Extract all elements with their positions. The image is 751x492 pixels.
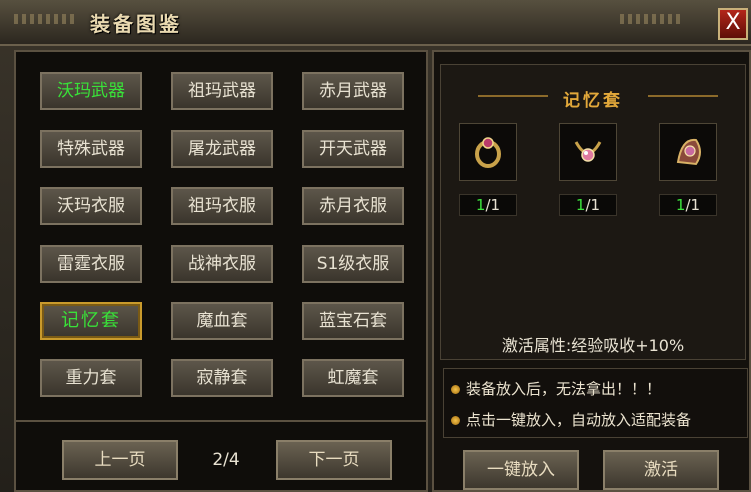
category-button-memory-set[interactable]: 记忆套	[40, 302, 142, 340]
set-item-required-3: /1	[685, 196, 701, 214]
activate-button[interactable]: 激活	[603, 450, 719, 490]
set-item-required-1: /1	[485, 196, 501, 214]
category-button-tulong-weapon[interactable]: 屠龙武器	[171, 130, 273, 168]
set-name-ornament-right	[648, 95, 718, 97]
category-button-chiyue-armor[interactable]: 赤月衣服	[302, 187, 404, 225]
category-button-woma-armor[interactable]: 沃玛衣服	[40, 187, 142, 225]
auto-place-button[interactable]: 一键放入	[463, 450, 579, 490]
next-page-button[interactable]: 下一页	[276, 440, 392, 480]
set-item-slot-3[interactable]	[659, 123, 717, 181]
tip-bullet-icon	[451, 416, 460, 425]
set-attribute: 激活属性:经验吸收+10%	[501, 336, 685, 355]
window-title: 装备图鉴	[90, 12, 182, 36]
category-button-chiyue-weapon[interactable]: 赤月武器	[302, 72, 404, 110]
page-indicator: 2/4	[212, 450, 240, 470]
tip-text-1: 装备放入后，无法拿出！！！	[466, 380, 662, 398]
ring-icon	[475, 137, 501, 168]
tip-bullet-icon	[451, 385, 460, 394]
category-button-blood-set[interactable]: 魔血套	[171, 302, 273, 340]
category-panel-divider	[14, 420, 428, 422]
category-button-zhanshen-armor[interactable]: 战神衣服	[171, 245, 273, 283]
set-item-count-2: 1/1	[559, 194, 617, 216]
category-button-kaitian-weapon[interactable]: 开天武器	[302, 130, 404, 168]
category-button-zuma-weapon[interactable]: 祖玛武器	[171, 72, 273, 110]
close-button[interactable]: X	[718, 8, 748, 40]
prev-page-button[interactable]: 上一页	[62, 440, 178, 480]
bracelet-icon	[676, 138, 701, 166]
set-item-count-3: 1/1	[659, 194, 717, 216]
set-item-slot-1[interactable]	[459, 123, 517, 181]
title-ornament-left	[14, 14, 74, 24]
title-ornament-right	[620, 14, 680, 24]
title-bar: 装备图鉴	[0, 0, 751, 46]
category-button-sapphire-set[interactable]: 蓝宝石套	[302, 302, 404, 340]
tip-text-2: 点击一键放入，自动放入适配装备	[466, 411, 692, 429]
set-name: 记忆套	[563, 91, 623, 111]
category-button-leiting-armor[interactable]: 雷霆衣服	[40, 245, 142, 283]
necklace-icon	[574, 141, 602, 162]
category-button-silence-set[interactable]: 寂静套	[171, 359, 273, 397]
category-button-special-weapon[interactable]: 特殊武器	[40, 130, 142, 168]
category-button-rainbow-set[interactable]: 虹魔套	[302, 359, 404, 397]
set-name-ornament-left	[478, 95, 548, 97]
set-item-required-2: /1	[585, 196, 601, 214]
category-button-s1-armor[interactable]: S1级衣服	[302, 245, 404, 283]
set-item-slot-2[interactable]	[559, 123, 617, 181]
category-button-zuma-armor[interactable]: 祖玛衣服	[171, 187, 273, 225]
set-item-count-1: 1/1	[459, 194, 517, 216]
category-button-gravity-set[interactable]: 重力套	[40, 359, 142, 397]
category-button-woma-weapon[interactable]: 沃玛武器	[40, 72, 142, 110]
